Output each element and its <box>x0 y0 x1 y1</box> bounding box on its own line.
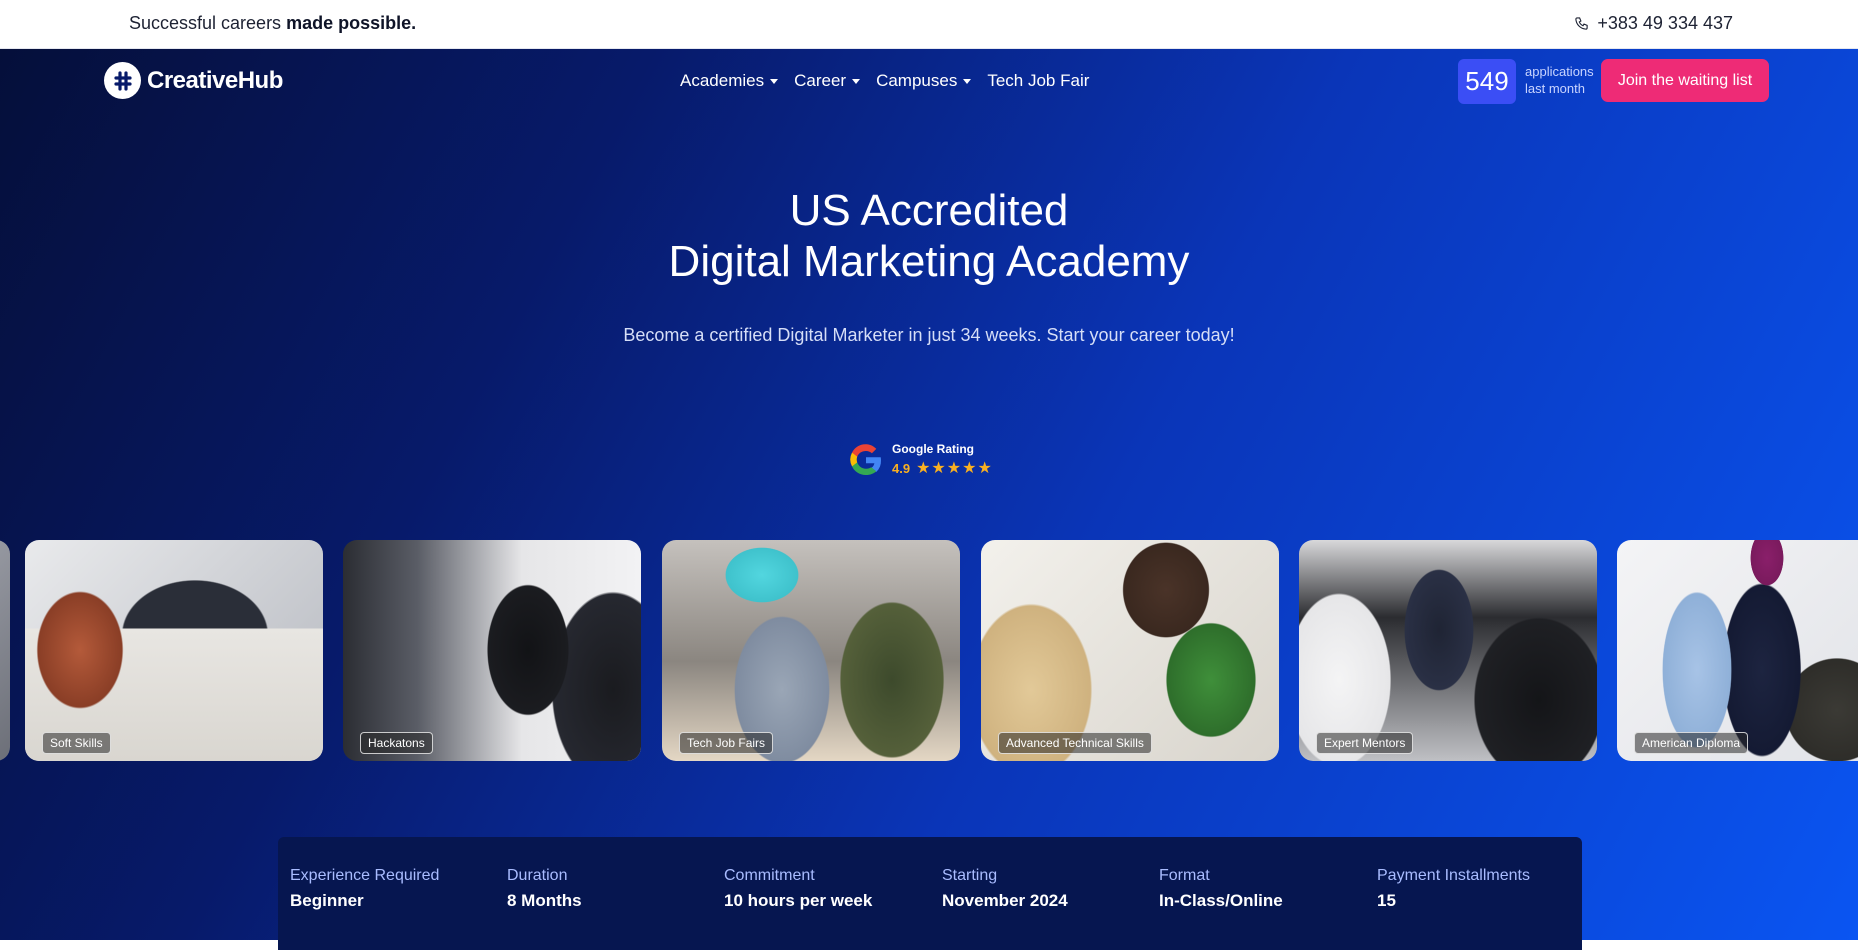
nav-label: Tech Job Fair <box>987 71 1090 90</box>
hero-section: CreativeHub Academies Career Campuses Te… <box>0 49 1858 940</box>
page-title: US Accredited Digital Marketing Academy <box>0 185 1858 287</box>
detail-label: Format <box>1159 867 1210 884</box>
applications-count: 549 <box>1458 59 1516 104</box>
detail-format: Format In-Class/Online <box>1159 867 1283 911</box>
page-title-line1: US Accredited <box>789 186 1069 235</box>
program-details-panel: Experience Required Beginner Duration 8 … <box>278 837 1582 950</box>
carousel-card[interactable]: Soft Skills <box>25 540 323 761</box>
detail-duration: Duration 8 Months <box>507 867 582 911</box>
carousel-card[interactable]: Expert Mentors <box>1299 540 1597 761</box>
rating-label: Google Rating <box>892 442 974 456</box>
carousel-card[interactable]: Advanced Technical Skills <box>981 540 1279 761</box>
nav-academies[interactable]: Academies <box>680 71 779 91</box>
chevron-down-icon <box>770 78 779 84</box>
carousel-card[interactable] <box>0 540 10 761</box>
photo-placeholder <box>0 540 10 761</box>
detail-value: 8 Months <box>507 891 582 910</box>
google-g-icon <box>850 444 882 476</box>
google-rating[interactable]: Google Rating 4.9 ★★★★★ <box>848 442 993 478</box>
carousel-card[interactable]: American Diploma <box>1617 540 1858 761</box>
brand-name: CreativeHub <box>147 66 283 94</box>
detail-label: Duration <box>507 867 568 884</box>
card-label: Hackatons <box>360 732 433 754</box>
detail-label: Starting <box>942 867 998 884</box>
main-nav: Academies Career Campuses Tech Job Fair <box>680 71 1089 91</box>
detail-label: Experience Required <box>290 867 440 884</box>
phone-icon <box>1575 17 1589 30</box>
tagline-text: Successful careers <box>129 13 282 33</box>
rating-row: 4.9 ★★★★★ <box>892 458 993 478</box>
applications-label: applications last month <box>1525 63 1605 97</box>
photo-advanced-technical-skills <box>981 540 1279 761</box>
nav-label: Campuses <box>876 71 958 90</box>
logo-hash-icon <box>104 62 141 99</box>
card-label: American Diploma <box>1634 732 1749 754</box>
detail-starting: Starting November 2024 <box>942 867 1068 911</box>
detail-payment: Payment Installments 15 <box>1377 867 1530 911</box>
phone-number: +383 49 334 437 <box>1597 13 1733 33</box>
card-label: Tech Job Fairs <box>679 732 774 754</box>
detail-label: Commitment <box>724 867 815 884</box>
rating-score: 4.9 <box>892 460 911 476</box>
chevron-down-icon <box>852 78 861 84</box>
nav-campuses[interactable]: Campuses <box>876 71 972 91</box>
tagline: Successful careers made possible. <box>129 13 416 34</box>
nav-label: Career <box>794 71 847 90</box>
carousel-card[interactable]: Tech Job Fairs <box>662 540 960 761</box>
detail-value: In-Class/Online <box>1159 891 1283 910</box>
card-label: Soft Skills <box>42 732 111 754</box>
card-label: Expert Mentors <box>1316 732 1414 754</box>
card-label: Advanced Technical Skills <box>998 732 1152 754</box>
photo-american-diploma <box>1617 540 1858 761</box>
detail-value: Beginner <box>290 891 364 910</box>
star-icons: ★★★★★ <box>916 460 993 477</box>
hero-subtitle: Become a certified Digital Marketer in j… <box>623 325 1235 345</box>
page-title-line2: Digital Marketing Academy <box>668 237 1190 286</box>
join-waiting-list-button[interactable]: Join the waiting list <box>1601 59 1769 102</box>
detail-commitment: Commitment 10 hours per week <box>724 867 872 911</box>
photo-soft-skills <box>25 540 323 761</box>
top-announcement-bar: Successful careers made possible. +383 4… <box>0 0 1858 49</box>
rating-text: Google Rating 4.9 ★★★★★ <box>892 442 993 478</box>
chevron-down-icon <box>963 78 972 84</box>
tagline-emphasis: made possible. <box>286 13 417 33</box>
detail-label: Payment Installments <box>1377 867 1530 884</box>
brand-logo[interactable]: CreativeHub <box>104 62 283 99</box>
detail-value: 10 hours per week <box>724 891 873 910</box>
nav-career[interactable]: Career <box>794 71 861 91</box>
carousel-card[interactable]: Hackatons <box>343 540 641 761</box>
detail-value: 15 <box>1377 891 1396 910</box>
nav-tech-job-fair[interactable]: Tech Job Fair <box>987 71 1089 91</box>
feature-carousel: Soft Skills Hackatons Tech Job Fairs Adv… <box>0 540 1858 762</box>
detail-value: November 2024 <box>942 891 1068 910</box>
nav-label: Academies <box>680 71 765 90</box>
phone-link[interactable]: +383 49 334 437 <box>1574 13 1733 34</box>
photo-tech-job-fairs <box>662 540 960 761</box>
photo-expert-mentors <box>1299 540 1597 761</box>
applications-label-line1: applications <box>1525 64 1594 79</box>
detail-experience: Experience Required Beginner <box>290 867 439 911</box>
photo-hackatons <box>343 540 641 761</box>
applications-label-line2: last month <box>1525 81 1585 96</box>
